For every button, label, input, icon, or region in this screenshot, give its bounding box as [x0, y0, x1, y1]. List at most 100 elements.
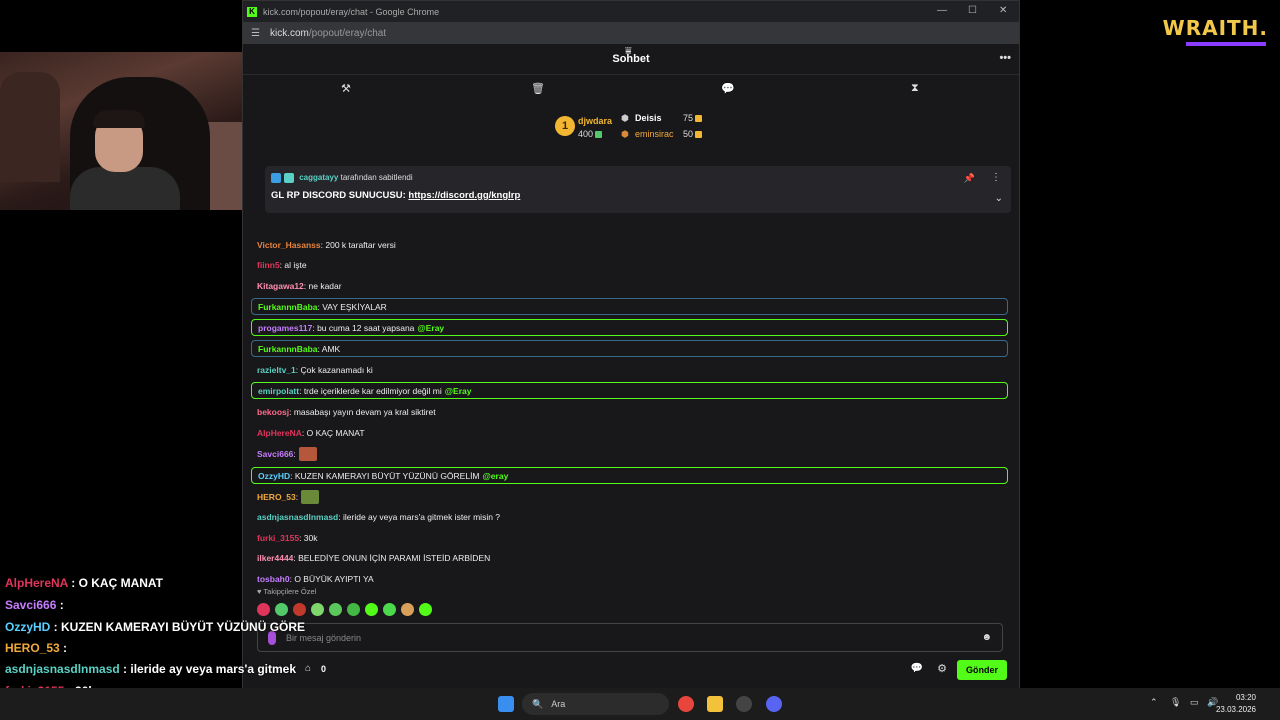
emote-icon[interactable] [257, 603, 270, 616]
rank-three-icon: ⬢ [621, 129, 629, 139]
chat-username[interactable]: asdnjasnasdlnmasd [257, 512, 338, 522]
overlay-chat-line: AlpHereNA : O KAÇ MANAT [5, 576, 163, 590]
pinned-message-prefix: GL RP DISCORD SUNUCUSU: [271, 190, 406, 201]
chat-text: : O KAÇ MANAT [301, 427, 365, 438]
chat-username[interactable]: tosbah0 [257, 574, 290, 584]
tray-chevron-icon[interactable]: ⌃ [1150, 697, 1158, 708]
chat-message: FurkannnBaba: VAY EŞKİYALAR [251, 298, 1008, 315]
chat-bubble-icon[interactable]: 💬 [721, 82, 735, 95]
send-button[interactable]: Gönder [957, 660, 1007, 680]
pin-icon[interactable]: 📌 [964, 173, 975, 184]
emote-icon [298, 446, 317, 461]
start-icon[interactable] [498, 696, 514, 712]
trash-icon[interactable]: 🗑 [531, 82, 545, 95]
overlay-text: : [59, 641, 68, 655]
chat-username[interactable]: fiinn5 [257, 260, 280, 270]
file-explorer-icon[interactable] [707, 696, 723, 712]
chat-username[interactable]: AlpHereNA [257, 428, 302, 438]
webcam-feed [0, 52, 270, 210]
chat-username[interactable]: bekoosj [257, 407, 289, 417]
emote-icon[interactable] [347, 603, 360, 616]
emote-icon[interactable] [401, 603, 414, 616]
chat-settings-bubble-icon[interactable]: 💬 [911, 663, 923, 674]
emote-icon[interactable] [293, 603, 306, 616]
title-bar: K kick.com/popout/eray/chat - Google Chr… [243, 1, 1019, 22]
chat-username[interactable]: furki_3155 [257, 533, 299, 543]
overlay-username: OzzyHD [5, 620, 51, 634]
chat-message: OzzyHD: KUZEN KAMERAYI BÜYÜT YÜZÜNÜ GÖRE… [251, 467, 1008, 484]
chat-username[interactable]: Victor_Hasanss [257, 240, 321, 250]
emote-icon[interactable] [329, 603, 342, 616]
chat-text: : VAY EŞKİYALAR [317, 301, 387, 312]
pinned-link[interactable]: https://discord.gg/knglrp [408, 190, 520, 201]
mention[interactable]: @Eray [417, 323, 444, 333]
hammer-icon[interactable]: ⚒ [341, 82, 351, 95]
chat-username[interactable]: Kitagawa12 [257, 281, 304, 291]
chat-username[interactable]: Savci666 [257, 449, 293, 459]
gear-icon[interactable]: ⚙ [937, 662, 947, 675]
chat-username[interactable]: FurkannnBaba [258, 302, 318, 312]
emote-icon[interactable] [311, 603, 324, 616]
minimize-button[interactable]: — [937, 5, 947, 16]
expand-leaderboard-icon[interactable]: ⩸ [625, 45, 632, 58]
app-icon[interactable] [736, 696, 752, 712]
chat-text: : al işte [279, 259, 307, 270]
chat-message: Kitagawa12: ne kadar [251, 277, 1008, 294]
chat-username[interactable]: OzzyHD [258, 471, 290, 481]
leader-second-name[interactable]: Deisis [635, 113, 662, 123]
chat-username[interactable]: ilker4444 [257, 553, 293, 563]
message-input[interactable]: Bir mesaj gönderin ☻ [257, 623, 1003, 652]
mention[interactable]: @Eray [445, 386, 472, 396]
clock[interactable]: 03:20 23.03.2026 [1216, 692, 1256, 716]
maximize-button[interactable]: ☐ [968, 5, 977, 16]
chat-message: asdnjasnasdlnmasd: ileride ay veya mars'… [251, 508, 1008, 525]
chat-text: : O BÜYÜK AYIPTI YA [289, 573, 374, 584]
emote-icon [301, 489, 320, 504]
chat-username[interactable]: razieltv_1 [257, 365, 296, 375]
chat-message: emirpolatt: trde içeriklerde kar edilmiy… [251, 382, 1008, 399]
mention[interactable]: @eray [483, 471, 509, 481]
address-bar[interactable]: ☰ kick.com/popout/eray/chat [243, 22, 1019, 44]
network-icon[interactable]: ▭ [1190, 697, 1199, 708]
discord-icon[interactable] [766, 696, 782, 712]
emoji-icon[interactable]: ☻ [981, 632, 992, 643]
kick-icon: K [247, 6, 257, 17]
chrome-icon[interactable] [678, 696, 694, 712]
chat-text: : [295, 491, 299, 502]
chat-text: : 200 k taraftar versi [320, 239, 396, 250]
chat-message: progames117: bu cuma 12 saat yapsana @Era… [251, 319, 1008, 336]
chat-message: Victor_Hasanss: 200 k taraftar versi [251, 236, 1008, 253]
site-settings-icon[interactable]: ☰ [251, 28, 260, 39]
chat-message: Savci666: [251, 445, 1008, 462]
emote-icon[interactable] [383, 603, 396, 616]
overlay-username: asdnjasnasdlnmasd [5, 662, 120, 676]
leader-third-name[interactable]: eminsirac [635, 129, 674, 139]
chat-username[interactable]: progames117 [258, 323, 312, 333]
chevron-down-icon[interactable]: ⌄ [995, 193, 1003, 204]
chat-message: AlpHereNA: O KAÇ MANAT [251, 424, 1008, 441]
chat-message: ilker4444: BELEDİYE ONUN İÇİN PARAMI İST… [251, 549, 1008, 566]
leader-first-name[interactable]: djwdara [578, 116, 612, 126]
emote-icon[interactable] [365, 603, 378, 616]
gift-icon[interactable]: ⌂ [305, 663, 311, 674]
pinned-menu-icon[interactable]: ⋮ [991, 172, 1001, 183]
chat-username[interactable]: emirpolatt [258, 386, 299, 396]
overlay-chat-line: Savci666 : [5, 598, 64, 612]
chat-text: : KUZEN KAMERAYI BÜYÜT YÜZÜNÜ GÖRELİM [290, 470, 480, 481]
emote-icon[interactable] [419, 603, 432, 616]
taskbar-search[interactable]: 🔍 Ara [522, 693, 669, 715]
emote-icon[interactable] [275, 603, 288, 616]
overlay-username: AlpHereNA [5, 576, 68, 590]
close-button[interactable]: ✕ [999, 5, 1007, 16]
chat-text: : trde içeriklerde kar edilmiyor değil m… [299, 385, 442, 396]
pinned-by-user[interactable]: caggatayy [299, 173, 338, 182]
chat-username[interactable]: HERO_53 [257, 492, 296, 502]
gift-leaderboard: 1 djwdara 400 ⬢ Deisis 75 ⬢ eminsirac 50 [243, 104, 1019, 154]
mic-tray-icon[interactable]: 🎙 [1170, 697, 1181, 708]
pinned-message: caggatayy tarafından sabitlendi GL RP DI… [265, 166, 1011, 213]
hourglass-icon[interactable]: ⧗ [911, 82, 919, 95]
chat-text: : AMK [317, 343, 341, 354]
badge-icon [284, 173, 294, 183]
more-options-icon[interactable]: ••• [999, 52, 1011, 64]
chat-username[interactable]: FurkannnBaba [258, 344, 318, 354]
